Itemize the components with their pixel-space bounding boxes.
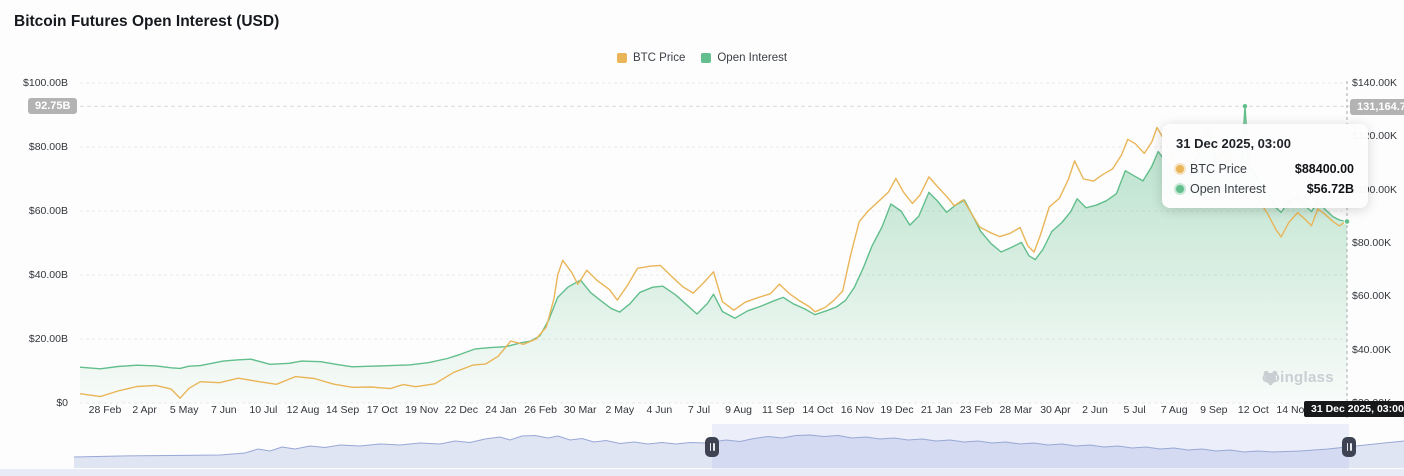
- x-axis-tick: 28 Feb: [88, 404, 122, 416]
- x-axis-tick: 7 Jun: [210, 404, 237, 416]
- x-axis-tick: 2 May: [605, 404, 635, 416]
- right-axis-tick: $40.00K: [1352, 343, 1392, 356]
- x-axis-tick: 7 Aug: [1160, 404, 1188, 416]
- x-axis-tick: 22 Dec: [444, 404, 479, 416]
- right-axis-tick: $80.00K: [1352, 237, 1392, 249]
- main-chart-canvas[interactable]: [0, 0, 1404, 424]
- tooltip-date: 31 Dec 2025, 03:00: [1176, 136, 1291, 151]
- left-axis-tick: $60.00B: [28, 205, 68, 217]
- crosshair-time-badge: 31 Dec 2025, 03:00: [1304, 401, 1404, 417]
- x-axis-tick: 4 Jun: [646, 404, 673, 416]
- x-axis-tick: 28 Mar: [999, 404, 1033, 416]
- chart-page: Bitcoin Futures Open Interest (USD) BTC …: [0, 0, 1404, 476]
- x-axis-tick: 30 Mar: [563, 404, 597, 416]
- x-axis-tick: 26 Feb: [524, 404, 557, 416]
- x-axis-tick: 30 Apr: [1040, 404, 1071, 416]
- tooltip-row-btc-price: BTC Price $88400.00: [1176, 162, 1354, 176]
- btc-price-dot-icon: [1176, 165, 1184, 173]
- tooltip-row-open-interest: Open Interest $56.72B: [1176, 182, 1354, 196]
- x-axis-tick: 14 Sep: [325, 404, 360, 416]
- right-axis-tick: $140.00K: [1352, 77, 1397, 89]
- x-axis-tick: 21 Jan: [920, 404, 953, 416]
- navigator-track[interactable]: [0, 469, 1404, 476]
- tooltip-value: $88400.00: [1294, 162, 1354, 176]
- x-axis-tick: 9 Aug: [725, 404, 753, 416]
- x-axis-tick: 5 Jul: [1123, 404, 1146, 416]
- left-axis-tick: $40.00B: [28, 269, 68, 281]
- tooltip-label: Open Interest: [1190, 182, 1266, 196]
- left-axis-tick: $20.00B: [28, 333, 68, 345]
- open-interest-ath-badge: 92.75B: [28, 98, 78, 115]
- x-axis-tick: 11 Sep: [761, 404, 795, 416]
- x-axis-tick: 10 Jul: [249, 404, 278, 416]
- x-axis-tick: 12 Aug: [286, 404, 320, 416]
- x-axis-tick: 12 Oct: [1237, 404, 1269, 416]
- x-axis-tick: 9 Sep: [1200, 404, 1228, 416]
- navigator-minichart: [73, 434, 1404, 468]
- navigator-left-handle[interactable]: [705, 437, 719, 457]
- open-interest-dot-icon: [1176, 185, 1184, 193]
- chart-tooltip: 31 Dec 2025, 03:00 BTC Price $88400.00 O…: [1162, 124, 1368, 208]
- tooltip-label: BTC Price: [1190, 162, 1247, 176]
- x-axis-tick: 24 Jan: [485, 404, 517, 416]
- x-axis-tick: 16 Nov: [840, 404, 875, 416]
- x-axis-tick: 2 Apr: [132, 404, 157, 416]
- x-axis-tick: 7 Jul: [687, 404, 711, 416]
- x-axis-tick: 19 Nov: [405, 404, 439, 416]
- x-axis-tick: 23 Feb: [959, 404, 993, 416]
- coinglass-watermark: coinglass: [1262, 369, 1334, 386]
- tooltip-value: $56.72B: [1306, 182, 1354, 196]
- left-axis-tick: $80.00B: [28, 141, 68, 153]
- left-axis-tick: $0: [56, 397, 68, 409]
- range-navigator[interactable]: [0, 424, 1404, 470]
- x-axis-tick: 17 Oct: [366, 404, 398, 416]
- x-axis-tick: 14 Oct: [802, 404, 834, 416]
- x-axis-tick: 5 May: [169, 404, 199, 416]
- left-axis-tick: $100.00B: [23, 77, 68, 89]
- navigator-right-handle[interactable]: [1342, 437, 1356, 457]
- right-axis-tick: $60.00K: [1352, 290, 1392, 303]
- x-axis-tick: 19 Dec: [880, 404, 914, 416]
- coinglass-logo-icon: [1263, 370, 1278, 386]
- btc-price-ath-badge: 131,164.74: [1350, 98, 1404, 115]
- x-axis-tick: 2 Jun: [1082, 404, 1108, 416]
